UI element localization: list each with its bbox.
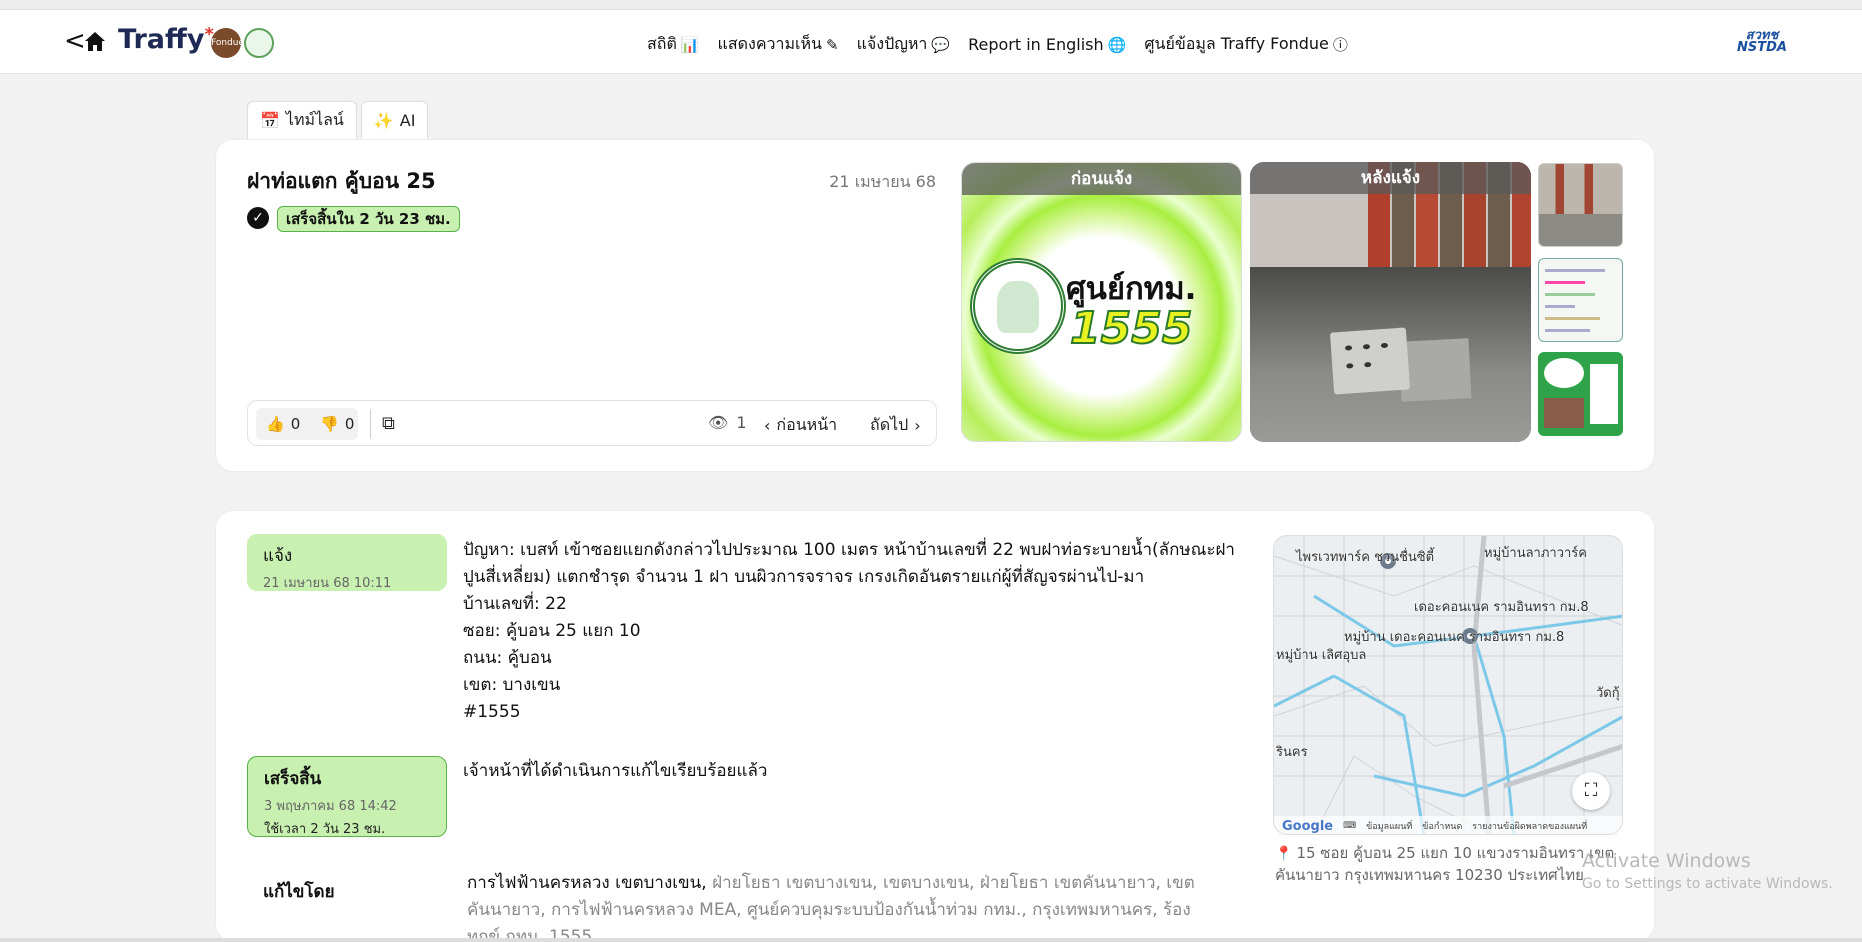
done-label: เสร็จสิ้น — [264, 769, 322, 789]
prev-button[interactable]: ‹ ก่อนหน้า — [764, 413, 837, 438]
road: ถนน: คู้บอน — [463, 648, 552, 668]
chevron-right-icon: › — [914, 416, 921, 435]
map-place-label: วัดกุ้ — [1596, 686, 1620, 701]
view-count: 👁 1 — [708, 413, 747, 432]
map-place-label: เดอะคอนเนค รามอินทรา กม.8 — [1414, 600, 1589, 615]
thumbs-up-icon: 👍 — [266, 415, 285, 433]
calendar-icon: 📅 — [260, 111, 280, 130]
traffy-logo[interactable]: Traffy* — [118, 24, 214, 55]
description-line: ปูนสี่เหลี่ยม) แตกชำรุด จำนวน 1 ฝา บนผิว… — [463, 567, 1145, 587]
before-image[interactable]: ก่อนแจ้ง ศูนย์กทม. 1555 — [961, 162, 1242, 442]
timeline-step-done: เสร็จสิ้น 3 พฤษภาคม 68 14:42 ใช้เวลา 2 ว… — [247, 756, 447, 837]
globe-icon: 🌐 — [1107, 35, 1127, 54]
menu-info-center[interactable]: ศูนย์ข้อมูล Traffy Fondue ⓘ — [1144, 32, 1348, 57]
bma-seal-image — [970, 258, 1066, 354]
windows-activation-watermark: Activate Windows Go to Settings to activ… — [1582, 850, 1833, 892]
sparkle-icon: ✨ — [373, 111, 394, 130]
map-place-label: ไพรเวทพาร์ค ชวนชื่นซิตี้ — [1296, 550, 1435, 565]
eye-icon: 👁 — [708, 413, 729, 432]
map-report-link[interactable]: รายงานข้อผิดพลาดของแผนที่ — [1472, 819, 1587, 833]
resolution-text: เจ้าหน้าที่ได้ดำเนินการแก้ไขเรียบร้อยแล้… — [463, 761, 768, 781]
tab-timeline[interactable]: 📅 ไทม์ไลน์ — [247, 101, 357, 139]
thumbs-down-icon: 👎 — [320, 415, 339, 433]
location-address: 📍 15 ซอย คู้บอน 25 แยก 10 แขวงรามอินทรา เ… — [1275, 844, 1615, 884]
edit-icon: ✎ — [825, 35, 839, 54]
dislike-button[interactable]: 👎 0 — [310, 415, 364, 433]
tab-ai[interactable]: ✨ AI — [360, 101, 429, 139]
menu-statistics[interactable]: สถิติ 📊 — [647, 32, 700, 57]
report-label: แจ้ง — [263, 546, 293, 566]
status-badge: เสร็จสิ้นใน 2 วัน 23 ชม. — [277, 206, 460, 232]
primary-agency: การไฟฟ้านครหลวง เขตบางเขน, — [467, 873, 707, 893]
like-button[interactable]: 👍 0 — [256, 415, 310, 433]
menu-report-english[interactable]: Report in English 🌐 — [968, 32, 1126, 57]
fullscreen-icon[interactable]: ⛶ — [1572, 772, 1610, 810]
before-image-number: 1555 — [1069, 302, 1193, 355]
check-circle-icon: ✓ — [247, 207, 269, 229]
location-pin-icon: 📍 — [1275, 846, 1293, 862]
ticket-action-bar: 👍 0 👎 0 ⧉ 👁 1 ‹ ก่อนหน้า ถัดไป › — [247, 400, 937, 446]
view-tabs: 📅 ไทม์ไลน์ ✨ AI — [247, 101, 429, 139]
thumbnail-summary[interactable] — [1538, 352, 1623, 436]
thumbnail-screenshot[interactable] — [1538, 258, 1623, 342]
vote-group: 👍 0 👎 0 — [256, 408, 358, 440]
google-logo: Google — [1282, 818, 1334, 834]
bar-chart-icon: 📊 — [680, 35, 700, 54]
report-time: 21 เมษายน 68 10:11 — [263, 576, 392, 591]
home-icon[interactable] — [82, 28, 108, 54]
problem-description: ปัญหา: เบสท์ เข้าซอยแยกดังกล่าวไปประมาณ … — [463, 537, 1235, 726]
after-image[interactable]: หลังแจ้ง — [1250, 162, 1531, 442]
map-footer: Google ⌨ ข้อมูลแผนที่ ข้อกำหนด รายงานข้อ… — [1274, 816, 1622, 834]
main-menu: สถิติ 📊 แสดงความเห็น ✎ แจ้งปัญหา 💬 Report i… — [647, 32, 1348, 57]
description-line: ปัญหา: เบสท์ เข้าซอยแยกดังกล่าวไปประมาณ … — [463, 540, 1235, 560]
district: เขต: บางเขน — [463, 675, 561, 695]
timeline-step-fixed-by: แก้ไขโดย — [247, 870, 447, 910]
nstda-logo[interactable]: สวทช NSTDA — [1722, 29, 1802, 60]
menu-report-problem[interactable]: แจ้งปัญหา 💬 — [857, 32, 951, 57]
info-icon: ⓘ — [1332, 36, 1348, 54]
map-terms-link[interactable]: ข้อกำหนด — [1422, 819, 1462, 833]
timeline-step-report: แจ้ง 21 เมษายน 68 10:11 — [247, 534, 447, 591]
after-caption: หลังแจ้ง — [1250, 162, 1531, 194]
map-place-label: หมู่บ้าน เดอะคอนเนค รามอินทรา กม.8 — [1344, 630, 1565, 645]
thumbnail-photo[interactable] — [1538, 163, 1623, 247]
menu-comment[interactable]: แสดงความเห็น ✎ — [718, 32, 839, 57]
map-data-link[interactable]: ข้อมูลแผนที่ — [1366, 819, 1412, 833]
map-place-label: รินคร — [1276, 745, 1308, 760]
copy-icon[interactable]: ⧉ — [382, 413, 395, 434]
house-number: บ้านเลขที่: 22 — [463, 594, 567, 614]
hashtag[interactable]: #1555 — [463, 699, 1203, 726]
fondue-logo: Fondue — [211, 28, 244, 58]
bottom-edge — [0, 938, 1862, 942]
ticket-title: ฝาท่อแตก คู้บอน 25 — [247, 169, 436, 193]
bma-seal-logo — [244, 28, 274, 58]
map-place-label: หมู่บ้าน เลิศอุบล — [1276, 648, 1367, 663]
keyboard-icon[interactable]: ⌨ — [1343, 821, 1356, 831]
top-navbar: < Traffy* Fondue สถิติ 📊 แสดงความเห็น ✎ แจ… — [0, 10, 1862, 74]
chevron-left-icon: ‹ — [764, 416, 771, 435]
browser-top-strip — [0, 0, 1862, 10]
fixed-by-label: แก้ไขโดย — [263, 882, 335, 902]
responsible-agencies: การไฟฟ้านครหลวง เขตบางเขน, ฝ่ายโยธา เขตบ… — [467, 870, 1207, 942]
next-button[interactable]: ถัดไป › — [870, 413, 921, 438]
soi: ซอย: คู้บอน 25 แยก 10 — [463, 621, 641, 641]
done-duration: ใช้เวลา 2 วัน 23 ชม. — [264, 822, 386, 837]
map-place-label: หมู่บ้านลาภาวาร์ค — [1484, 546, 1587, 561]
ticket-date: 21 เมษายน 68 — [829, 172, 936, 191]
done-time: 3 พฤษภาคม 68 14:42 — [264, 799, 397, 814]
line-chat-icon: 💬 — [931, 35, 951, 54]
before-caption: ก่อนแจ้ง — [962, 163, 1241, 195]
location-map[interactable]: ไพรเวทพาร์ค ชวนชื่นซิตี้ หมู่บ้านลาภาวาร… — [1273, 535, 1623, 835]
